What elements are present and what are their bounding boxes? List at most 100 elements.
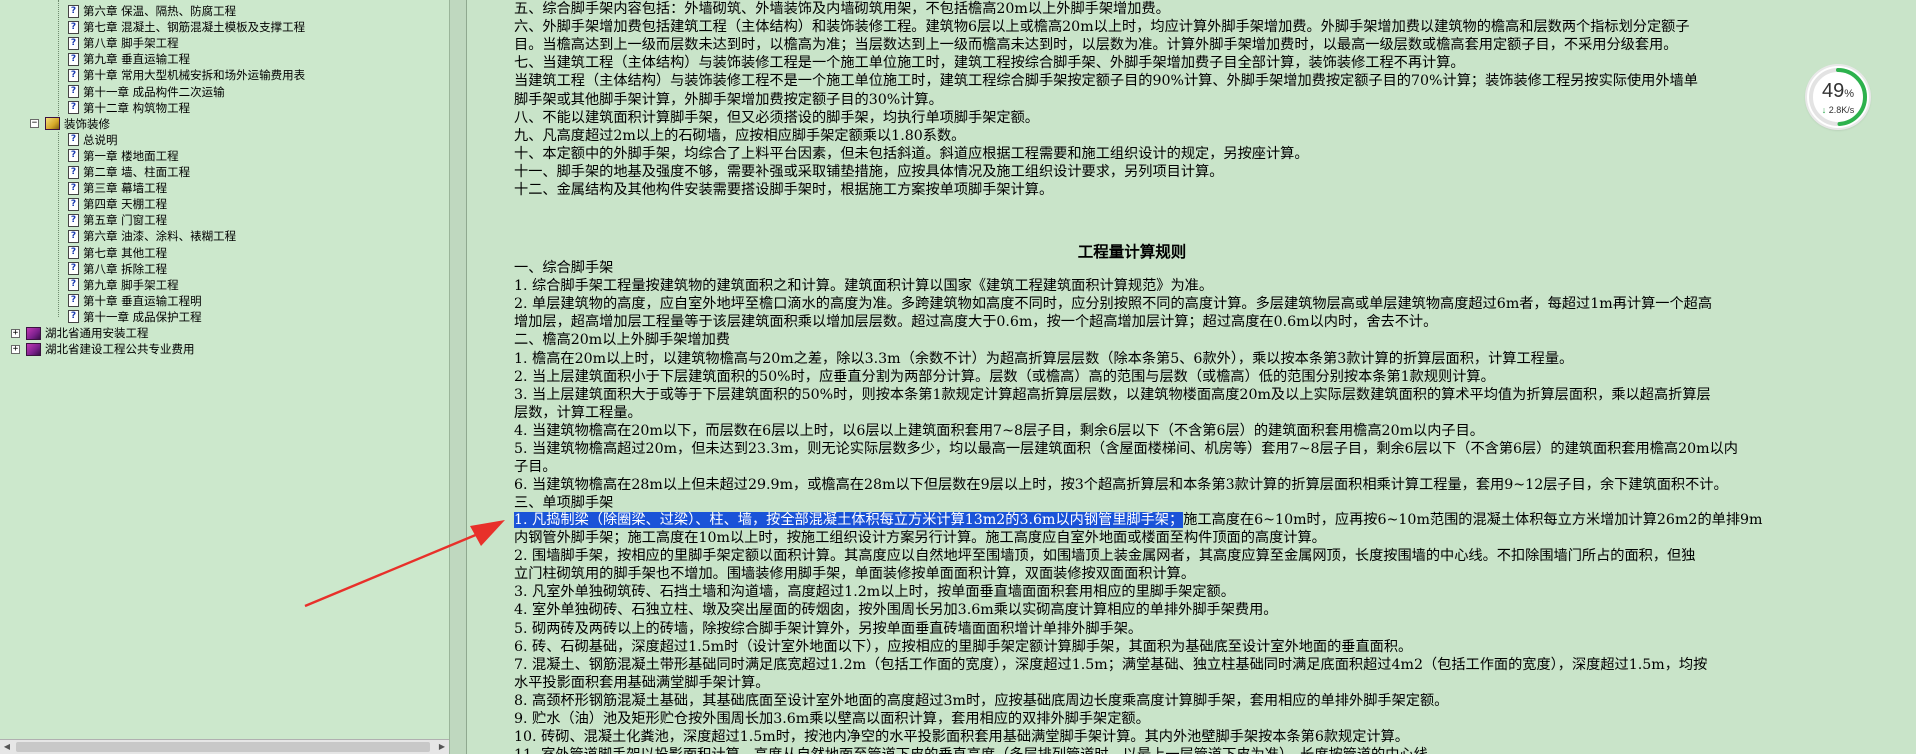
content-line: 8. 高颈杯形钢筋混凝土基础，其基础底面至设计室外地面的高度超过3m时，应按基础… [514,692,1449,709]
tree-item[interactable]: + 湖北省通用安装工程 [11,325,149,341]
tree-item-label: 总说明 [83,132,118,147]
tree-item-label: 第四章 天棚工程 [83,197,168,212]
tree-item[interactable]: ? 第九章 垂直运输工程 [68,51,190,67]
tree-item[interactable]: ? 第七章 其他工程 [68,245,167,261]
tree-item-label: 第五章 门窗工程 [83,213,168,228]
help-page-icon: ? [68,85,79,98]
speed-percent: 49% [1821,80,1855,102]
content-line: 子目。 [514,459,557,476]
tree-item[interactable]: + 湖北省建设工程公共专业费用 [11,341,195,357]
content-line: 7. 混凝土、钢筋混凝土带形基础同时满足底宽超过1.2m（包括工作面的宽度），深… [514,656,1708,673]
tree-item-label: 第十章 垂直运输工程明 [83,293,202,308]
tree-item[interactable]: ? 第一章 楼地面工程 [68,148,179,164]
content-line: 11. 室外管道脚手架以投影面积计算，高度从自然地面至管道下皮的垂直高度（多层排… [514,746,1442,754]
help-page-icon: ? [68,310,79,324]
tree-item[interactable]: ? 总说明 [68,132,118,148]
tree-item[interactable]: ? 第六章 油漆、涂料、裱糊工程 [68,228,236,244]
content-line: 目。当檐高达到上一级而层数未达到时，以檐高为准；当层数达到上一级而檐高未达到时，… [514,37,1678,54]
highlighted-line[interactable]: 1. 凡捣制梁（除圈梁、过梁）、柱、墙，按全部混凝土体积每立方米计算13m2的3… [514,511,1762,529]
content-line: 层数，计算工程量。 [514,404,642,421]
tree-item-label: 第六章 油漆、涂料、裱糊工程 [83,229,237,244]
tree-item-label: 湖北省通用安装工程 [45,326,149,340]
collapse-icon[interactable]: − [30,119,39,129]
tree-item-label: 第十二章 构筑物工程 [83,100,191,115]
tree-item-label: 第八章 拆除工程 [83,261,168,276]
content-line: 脚手架或其他脚手架计算，外脚手架增加费按定额子目的30%计算。 [514,91,943,108]
tree-item-label: 第二章 墙、柱面工程 [83,165,191,179]
network-speed-widget[interactable]: 49% ↓ 2.8K/s [1807,66,1869,128]
tree-item[interactable]: ? 第十二章 构筑物工程 [68,100,190,116]
tree-item[interactable]: ? 第八章 脚手架工程 [68,35,179,51]
tree-item-label: 第七章 其他工程 [83,245,168,260]
tree-item-label: 第一章 楼地面工程 [83,148,179,163]
tree-item[interactable]: ? 第五章 门窗工程 [68,212,167,228]
content-line: 2. 单层建筑物的高度，应自室外地坪至檐口滴水的高度为准。多跨建筑物如高度不同时… [514,296,1713,313]
tree-item-label: 第九章 脚手架工程 [83,277,179,292]
tree-item-label: 第十一章 成品保护工程 [83,309,202,324]
content-line: 5. 当建筑物檐高超过20m，但未达到23.3m，则无论实际层数多少，均以最高一… [514,441,1738,457]
tree-item-label: 装饰装修 [64,116,110,131]
help-page-icon: ? [68,36,79,50]
content-line: 十一、脚手架的地基及强度不够，需要补强或采取铺垫措施，应按具体情况及施工组织设计… [514,163,1224,180]
content-line: 3. 当上层建筑面积大于或等于下层建筑面积的50%时，则按本条第1款规定计算超高… [514,386,1711,403]
tree-item[interactable]: ? 第七章 混凝土、钢筋混凝土模板及支撑工程 [68,19,305,35]
content-line: 6. 当建筑物檐高在28m以上但未超过29.9m，或檐高在28m以下但层数在9层… [514,477,1728,494]
content-line: 4. 当建筑物檐高在20m以下，而层数在6层以上时，以6层以上建筑面积套用7~8… [514,422,1484,439]
help-page-icon: ? [68,149,79,163]
content-line: 二、檐高20m以上外脚手架增加费 [514,332,730,349]
tree-item-label: 第十一章 成品构件二次运输 [83,84,225,99]
tree-item[interactable]: ? 第二章 墙、柱面工程 [68,164,190,180]
tree-guide-line [58,0,59,116]
help-page-icon: ? [68,246,79,259]
content-line: 6. 砖、石砌基础，深度超过1.5m时（设计室外地面以下），应按相应的里脚手架定… [514,638,1413,655]
tree-item[interactable]: ? 第十一章 成品构件二次运输 [68,84,225,100]
tree-pane[interactable]: ? 第六章 保温、隔热、防腐工程? 第七章 混凝土、钢筋混凝土模板及支撑工程? 第八章… [0,0,450,754]
content-line: 七、当建筑工程（主体结构）与装饰装修工程是一个施工单位施工时，建筑工程按综合脚手… [514,55,1465,72]
document-content: 五、综合脚手架内容包括：外墙砌筑、外墙装饰及内墙砌筑用架，不包括檐高20m以上外… [467,0,1916,754]
help-page-icon: ? [68,20,79,34]
help-page-icon: ? [68,101,79,115]
tree-horizontal-scrollbar[interactable]: ◀ ▶ [0,739,449,754]
book-icon [26,342,41,356]
content-line: 水平投影面积套用基础满堂脚手架计算。 [514,674,770,691]
tree-item-label: 第八章 脚手架工程 [83,36,179,51]
scroll-right-arrow-icon[interactable]: ▶ [435,740,449,754]
help-page-icon: ? [68,52,79,66]
content-line: 立门柱砌筑用的脚手架也不增加。围墙装修用脚手架，单面装修按单面面积计算，双面装修… [514,566,1196,583]
content-line: 4. 室外单独砌砖、石独立柱、墩及突出屋面的砖烟囱，按外围周长另加3.6m乘以实… [514,602,1278,619]
pane-splitter[interactable] [450,0,467,754]
help-page-icon: ? [68,262,79,276]
content-line: 九、凡高度超过2m以上的石砌墙，应按相应脚手架定额乘以1.80系数。 [514,127,966,144]
content-line: 五、综合脚手架内容包括：外墙砌筑、外墙装饰及内墙砌筑用架，不包括檐高20m以上外… [514,1,1170,17]
content-line: 9. 贮水（油）池及矩形贮仓按外围周长加3.6m乘以壁高以面积计算，套用相应的双… [514,711,1150,727]
tree-item[interactable]: ? 第十章 常用大型机械安拆和场外运输费用表 [68,67,305,83]
content-line: 1. 综合脚手架工程量按建筑物的建筑面积之和计算。建筑面积计算以国家《建筑工程建… [514,278,1214,295]
tree-item[interactable]: − 装饰装修 [30,116,110,132]
help-page-icon: ? [68,165,79,179]
scrollbar-thumb[interactable] [16,742,430,752]
download-arrow-icon: ↓ [1821,105,1827,115]
tree-item[interactable]: ? 第九章 脚手架工程 [68,277,179,293]
tree-item[interactable]: ? 第四章 天棚工程 [68,196,167,212]
scroll-left-arrow-icon[interactable]: ◀ [0,740,14,754]
tree-item[interactable]: ? 第八章 拆除工程 [68,261,167,277]
expand-icon[interactable]: + [11,328,20,338]
tree-item[interactable]: ? 第十一章 成品保护工程 [68,309,202,325]
tree-item-label: 第九章 垂直运输工程 [83,52,191,67]
content-line: 当建筑工程（主体结构）与装饰装修工程不是一个施工单位施工时，建筑工程综合脚手架按… [514,73,1698,90]
help-page-icon: ? [68,278,79,292]
content-line: 5. 砌两砖及两砖以上的砖墙，除按综合脚手架计算外，另按单面垂直砖墙面面积增计单… [514,620,1143,637]
content-line: 十二、金属结构及其他构件安装需要搭设脚手架时，根据施工方案按单项脚手架计算。 [514,182,1054,198]
tree-item[interactable]: ? 第三章 幕墙工程 [68,180,167,196]
selected-text[interactable]: 1. 凡捣制梁（除圈梁、过梁）、柱、墙，按全部混凝土体积每立方米计算13m2的3… [514,512,1184,528]
expand-icon[interactable]: + [11,344,20,354]
tree-item[interactable]: ? 第六章 保温、隔热、防腐工程 [68,3,236,19]
tree-item[interactable]: ? 第十章 垂直运输工程明 [68,293,202,309]
speed-rate: ↓ 2.8K/s [1821,105,1855,115]
help-page-icon: ? [68,4,79,18]
help-page-icon: ? [68,294,79,308]
section-title: 工程量计算规则 [1077,242,1187,261]
tree-item-label: 湖北省建设工程公共专业费用 [45,342,195,357]
content-line: 增加层，超高增加层工程量等于该层建筑面积乘以增加层层数。超过高度大于0.6m，按… [514,314,1438,331]
content-line: 内钢管外脚手架；施工高度在10m以上时，按施工组织设计方案另行计算。施工高度应自… [514,530,1326,546]
